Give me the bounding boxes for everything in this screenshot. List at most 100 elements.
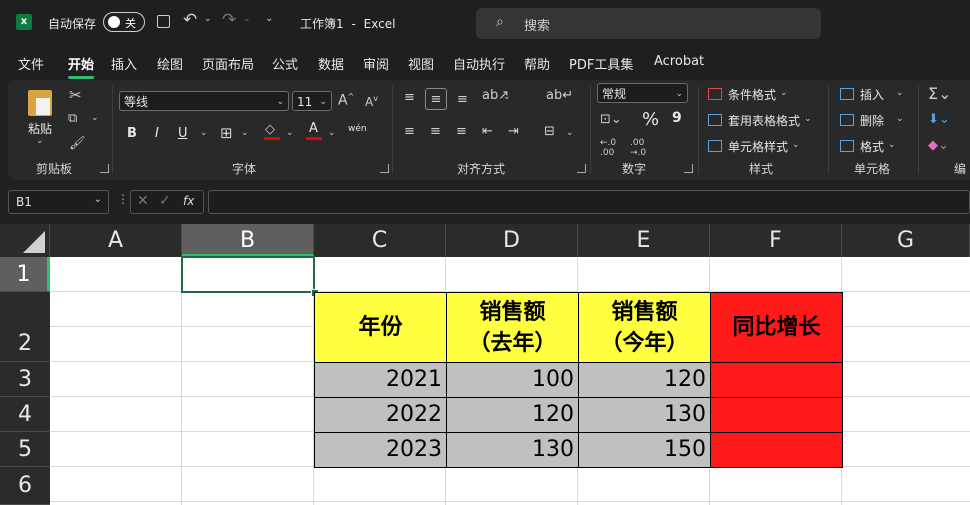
tab-data[interactable]: 数据 <box>318 54 344 73</box>
merge-center-icon[interactable]: ⊟ <box>544 124 555 139</box>
cell-styles-button[interactable]: 单元格样式 <box>728 138 788 155</box>
borders-icon[interactable]: ⊞ <box>220 124 233 142</box>
column-header-b[interactable]: B <box>182 224 314 257</box>
cell-c5[interactable]: 2023 <box>314 432 447 468</box>
decrease-decimal-icon[interactable]: .00 →.0 <box>630 138 646 158</box>
tab-formulas[interactable]: 公式 <box>272 54 298 73</box>
top-align-icon[interactable]: ≡ <box>404 90 415 105</box>
underline-button[interactable]: U <box>178 126 188 141</box>
search-box[interactable]: ⌕ 搜索 <box>476 8 821 39</box>
tab-automate[interactable]: 自动执行 <box>453 54 505 73</box>
tab-help[interactable]: 帮助 <box>524 54 550 73</box>
formula-input[interactable] <box>208 190 970 214</box>
cell-d4[interactable]: 120 <box>446 397 579 433</box>
cell-e4[interactable]: 130 <box>578 397 711 433</box>
column-header-d[interactable]: D <box>446 224 578 257</box>
italic-button[interactable]: I <box>155 126 159 141</box>
bold-button[interactable]: B <box>127 126 137 141</box>
clear-icon[interactable]: ◆⌄ <box>928 138 949 153</box>
cell-d5[interactable]: 130 <box>446 432 579 468</box>
insert-cells-button[interactable]: 插入 <box>860 86 884 103</box>
row-header-3[interactable]: 3 <box>0 362 50 397</box>
decrease-font-icon[interactable]: Av <box>365 94 378 109</box>
more-options-icon[interactable]: ⋮ <box>117 192 129 206</box>
clipboard-launcher-icon[interactable] <box>100 164 109 173</box>
undo-dropdown-icon[interactable]: ⌄ <box>204 14 212 24</box>
bottom-align-icon[interactable]: ≡ <box>457 92 468 107</box>
number-launcher-icon[interactable] <box>684 164 693 173</box>
conditional-formatting-button[interactable]: 条件格式 <box>728 86 776 103</box>
column-header-c[interactable]: C <box>314 224 446 257</box>
cell-f3[interactable] <box>710 362 843 398</box>
header-cell-year[interactable]: 年份 <box>314 292 447 363</box>
increase-decimal-icon[interactable]: ←.0.00 <box>600 138 616 158</box>
redo-dropdown-icon[interactable]: ⌄ <box>243 14 251 24</box>
phonetic-guide-button[interactable]: wén <box>348 124 367 134</box>
column-header-f[interactable]: F <box>710 224 842 257</box>
accounting-format-icon[interactable]: ⊡⌄ <box>600 112 622 127</box>
comma-style-button[interactable]: 9 <box>672 110 682 126</box>
cell-e5[interactable]: 150 <box>578 432 711 468</box>
font-name-select[interactable]: 等线 ⌄ <box>119 91 289 111</box>
cell-c4[interactable]: 2022 <box>314 397 447 433</box>
increase-indent-icon[interactable]: ⇥ <box>508 124 519 139</box>
percent-style-button[interactable]: % <box>642 109 659 130</box>
name-box[interactable]: B1 ⌄ <box>8 190 109 214</box>
tab-pdf-tools[interactable]: PDF工具集 <box>569 54 633 73</box>
align-right-icon[interactable]: ≡ <box>456 124 467 139</box>
cell-c3[interactable]: 2021 <box>314 362 447 398</box>
format-painter-icon[interactable]: 🖌 <box>69 136 86 151</box>
paste-icon[interactable] <box>28 90 52 116</box>
fill-color-dropdown-icon[interactable]: ⌄ <box>286 128 294 138</box>
column-header-a[interactable]: A <box>50 224 182 257</box>
font-color-dropdown-icon[interactable]: ⌄ <box>328 128 336 138</box>
cell-f4[interactable] <box>710 397 843 433</box>
decrease-indent-icon[interactable]: ⇤ <box>482 124 493 139</box>
paste-button[interactable]: 粘贴 <box>28 120 52 137</box>
cell-e3[interactable]: 120 <box>578 362 711 398</box>
tab-view[interactable]: 视图 <box>408 54 434 73</box>
cancel-icon[interactable]: ✕ <box>137 193 149 209</box>
selected-cell-b1[interactable] <box>181 256 315 293</box>
tab-page-layout[interactable]: 页面布局 <box>202 54 254 73</box>
alignment-launcher-icon[interactable] <box>577 164 586 173</box>
column-header-g[interactable]: G <box>842 224 970 257</box>
column-header-e[interactable]: E <box>578 224 710 257</box>
select-all-corner[interactable] <box>0 224 50 257</box>
format-as-table-button[interactable]: 套用表格格式 <box>728 112 800 129</box>
row-header-5[interactable]: 5 <box>0 432 50 467</box>
row-header-2[interactable]: 2 <box>0 292 50 362</box>
insert-function-button[interactable]: fx <box>183 194 194 208</box>
cut-icon[interactable]: ✂ <box>69 86 82 104</box>
wrap-text-icon[interactable]: ab↵ <box>546 88 573 103</box>
middle-align-icon[interactable]: ≡ <box>425 88 447 110</box>
font-launcher-icon[interactable] <box>380 164 389 173</box>
orientation-dropdown-icon[interactable]: ⌄ <box>503 92 511 102</box>
font-size-select[interactable]: 11 ⌄ <box>292 91 332 111</box>
paste-dropdown-icon[interactable]: ⌄ <box>36 136 44 146</box>
increase-font-icon[interactable]: A^ <box>338 92 354 109</box>
row-header-4[interactable]: 4 <box>0 397 50 432</box>
copy-dropdown-icon[interactable]: ⌄ <box>91 113 99 123</box>
row-header-6[interactable]: 6 <box>0 467 50 505</box>
undo-icon[interactable]: ↶ <box>183 10 197 30</box>
customize-qat-icon[interactable]: ⌄ <box>265 13 273 24</box>
tab-review[interactable]: 审阅 <box>363 54 389 73</box>
fill-color-icon[interactable]: ◇ <box>264 122 280 140</box>
tab-file[interactable]: 文件 <box>18 54 44 73</box>
align-left-icon[interactable]: ≡ <box>404 124 415 139</box>
align-center-icon[interactable]: ≡ <box>430 124 441 139</box>
tab-insert[interactable]: 插入 <box>111 54 137 73</box>
tab-acrobat[interactable]: Acrobat <box>654 54 704 69</box>
number-format-select[interactable]: 常规 ⌄ <box>597 83 688 103</box>
header-cell-growth[interactable]: 同比增长 <box>710 292 843 363</box>
header-cell-sales-this-year[interactable]: 销售额 （今年） <box>578 292 711 363</box>
save-icon[interactable] <box>157 15 170 28</box>
tab-draw[interactable]: 绘图 <box>157 54 183 73</box>
redo-icon[interactable]: ↷ <box>222 10 236 30</box>
cell-f5[interactable] <box>710 432 843 468</box>
enter-icon[interactable]: ✓ <box>159 193 171 209</box>
tab-home[interactable]: 开始 <box>68 54 95 79</box>
cell-d3[interactable]: 100 <box>446 362 579 398</box>
row-header-1[interactable]: 1 <box>0 257 50 292</box>
